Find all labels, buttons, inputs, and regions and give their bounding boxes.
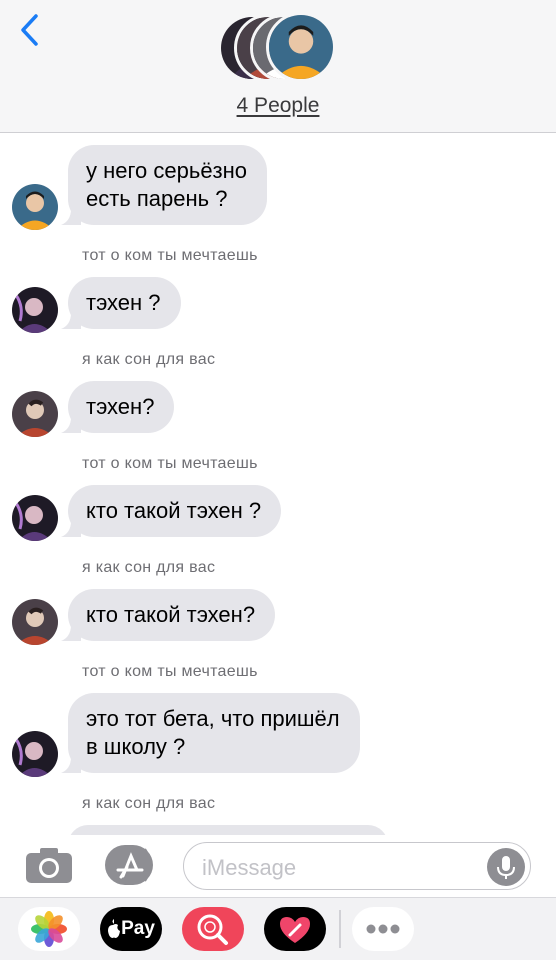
message-thread: у него серьёзно есть парень ? тот о ком … [0,133,556,835]
message-text: кто такой тэхен? [86,602,256,627]
heart-icon [280,917,310,943]
group-avatars[interactable] [218,12,338,84]
apple-pay-app-button[interactable]: Pay [100,907,162,951]
message-bubble[interactable]: тэхен ? [61,277,181,329]
sender-name: я как сон для вас [82,351,216,368]
camera-button[interactable] [24,845,74,885]
sender-avatar[interactable] [12,391,58,437]
sender-name: я как сон для вас [82,559,216,576]
message-bubble[interactable]: у него серьёзно есть парень ? [61,145,268,225]
apple-pay-label: Pay [121,918,155,939]
message-text: тэхен ? [86,290,161,315]
message-text: кто такой тэхен ? [86,498,262,523]
microphone-icon [497,856,515,879]
sender-name: я как сон для вас [82,795,216,812]
image-search-icon [197,914,228,945]
message-bubble[interactable]: кто такой тэхен ? [61,485,282,537]
group-avatar-4 [266,12,336,82]
dictation-button[interactable] [487,848,525,886]
sender-avatar[interactable] [12,599,58,645]
chevron-left-icon [21,14,38,46]
conversation-header: 4 People [0,0,556,133]
message-bubble[interactable]: тэхен? [61,381,175,433]
message-bubble[interactable]: это тот бета, что пришёл в школу ? [61,693,360,773]
photos-app-button[interactable] [18,907,80,951]
app-store-button[interactable] [104,843,158,887]
digital-touch-app-button[interactable] [264,907,326,951]
message-text: это тот бета, что пришёл в школу ? [86,706,340,759]
back-button[interactable] [16,12,46,48]
camera-icon [26,848,72,883]
sender-name: тот о ком ты мечтаешь [82,247,258,264]
app-store-icon [105,845,153,885]
sender-name: тот о ком ты мечтаешь [82,663,258,680]
more-icon [366,924,400,934]
imessage-screen: 4 People у него серьёзно есть парень ? т… [0,0,556,960]
message-text: тэхен? [86,394,155,419]
sender-avatar[interactable] [12,731,58,777]
sender-name: тот о ком ты мечтаешь [82,455,258,472]
message-bubble-partial[interactable] [68,825,388,835]
sender-avatar[interactable] [12,287,58,333]
app-drawer: Pay [0,897,556,960]
drawer-divider [339,910,341,948]
sender-avatar[interactable] [12,184,58,230]
image-search-app-button[interactable] [182,907,244,951]
more-apps-button[interactable] [352,907,414,951]
compose-bar: iMessage [0,835,556,897]
message-input-placeholder: iMessage [202,855,297,880]
message-input[interactable]: iMessage [183,842,531,890]
message-text: у него серьёзно есть парень ? [86,158,248,211]
sender-avatar[interactable] [12,495,58,541]
message-bubble[interactable]: кто такой тэхен? [61,589,276,641]
photos-icon [31,911,67,947]
group-details-link[interactable]: 4 People [0,94,556,118]
